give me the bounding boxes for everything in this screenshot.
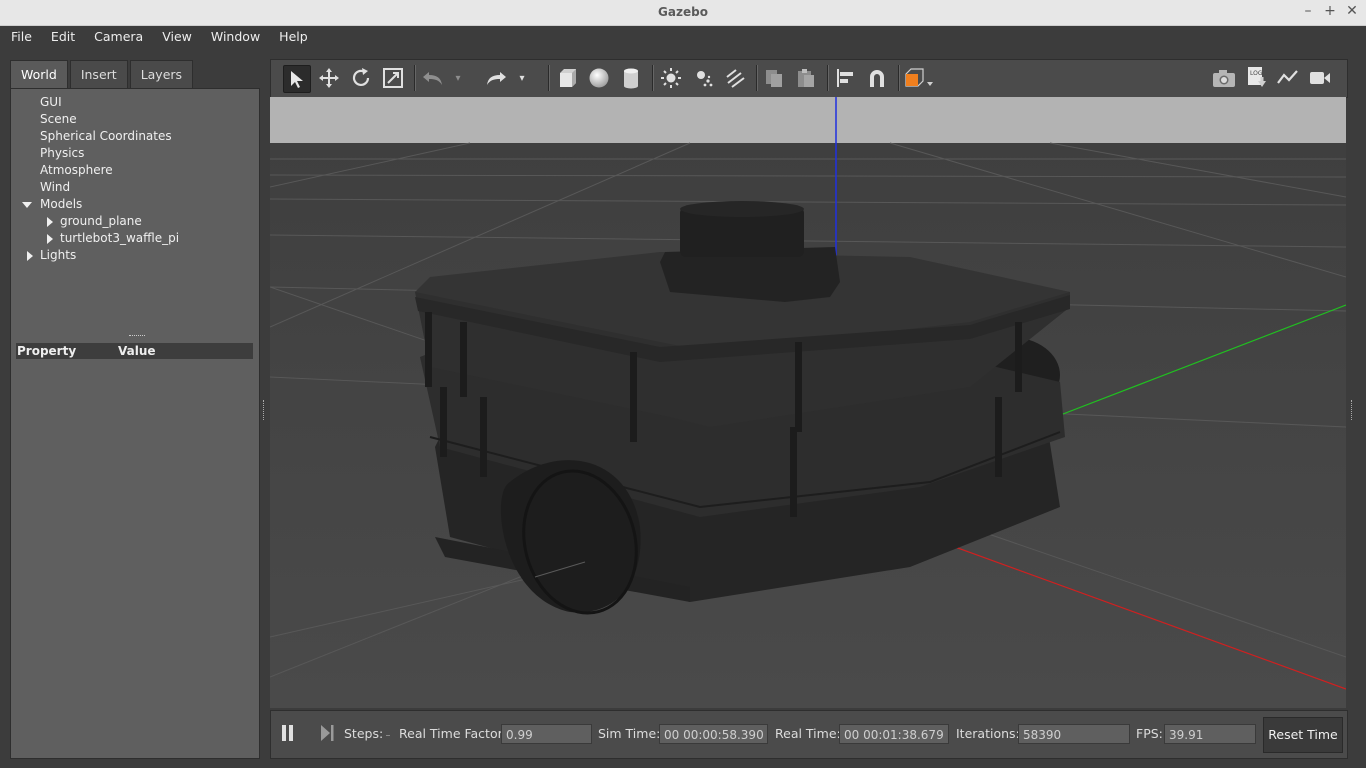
undo-dropdown-icon[interactable]: ▾ — [451, 65, 465, 91]
view-angle-icon[interactable] — [903, 65, 935, 91]
redo-dropdown-icon[interactable]: ▾ — [515, 65, 529, 91]
sphere-icon[interactable] — [586, 65, 612, 91]
reset-time-button[interactable]: Reset Time — [1263, 717, 1343, 753]
right-splitter-handle[interactable] — [1351, 400, 1355, 420]
pause-icon[interactable] — [281, 723, 295, 745]
sim-time-label: Sim Time: — [598, 726, 661, 741]
tree-item-label: turtlebot3_waffle_pi — [60, 231, 180, 245]
menu-window[interactable]: Window — [200, 26, 268, 48]
sim-time-field: 00 00:00:58.390 — [659, 724, 768, 744]
column-header-value: Value — [118, 344, 156, 358]
paste-icon[interactable] — [793, 65, 819, 91]
tree-item-gui[interactable]: GUI — [17, 94, 257, 111]
window-title: Gazebo — [658, 5, 708, 19]
tree-item-spherical-coordinates[interactable]: Spherical Coordinates — [17, 128, 257, 145]
fps-label: FPS: — [1136, 726, 1163, 741]
menu-help[interactable]: Help — [268, 26, 316, 48]
property-table-header: Property Value — [16, 343, 253, 359]
main-toolbar: ▾ ▾ LOG — [270, 59, 1348, 98]
tree-item-label: Models — [40, 197, 83, 211]
collapsed-arrow-icon[interactable] — [27, 251, 33, 261]
log-icon[interactable]: LOG — [1243, 65, 1269, 91]
tab-world[interactable]: World — [10, 60, 68, 88]
expanded-arrow-icon[interactable] — [22, 202, 32, 208]
snap-icon[interactable] — [864, 65, 890, 91]
tree-item-atmosphere[interactable]: Atmosphere — [17, 162, 257, 179]
screenshot-icon[interactable] — [1211, 65, 1237, 91]
undo-icon[interactable] — [420, 65, 446, 91]
tab-insert[interactable]: Insert — [69, 60, 128, 88]
steps-label: Steps: — [344, 726, 384, 741]
point-light-icon[interactable] — [658, 65, 684, 91]
real-time-label: Real Time: — [775, 726, 841, 741]
menu-view[interactable]: View — [151, 26, 200, 48]
iterations-field: 58390 — [1018, 724, 1130, 744]
tree-item-ground-plane[interactable]: ground_plane — [17, 213, 257, 230]
3d-viewport[interactable] — [270, 97, 1346, 708]
tree-item-lights[interactable]: Lights — [17, 247, 257, 264]
directional-light-icon[interactable] — [722, 65, 748, 91]
tree-item-scene[interactable]: Scene — [17, 111, 257, 128]
tree-item-models[interactable]: Models — [17, 196, 257, 213]
menu-camera[interactable]: Camera — [83, 26, 151, 48]
menu-bar: File Edit Camera View Window Help — [0, 26, 1366, 48]
real-time-factor-label: Real Time Factor: — [399, 726, 507, 741]
step-forward-icon[interactable] — [319, 723, 335, 745]
iterations-label: Iterations: — [956, 726, 1020, 741]
real-time-factor-field: 0.99 — [501, 724, 592, 744]
left-panel: World Insert Layers GUI Scene Spherical … — [10, 60, 260, 759]
menu-file[interactable]: File — [0, 26, 40, 48]
sky — [270, 97, 1346, 143]
close-icon[interactable]: ✕ — [1346, 3, 1358, 19]
svg-text:LOG: LOG — [1250, 70, 1263, 77]
collapsed-arrow-icon[interactable] — [47, 234, 53, 244]
align-icon[interactable] — [832, 65, 858, 91]
world-tree: GUI Scene Spherical Coordinates Physics … — [17, 94, 257, 264]
copy-icon[interactable] — [761, 65, 787, 91]
maximize-icon[interactable]: + — [1324, 3, 1336, 19]
spot-light-icon[interactable] — [690, 65, 716, 91]
tree-item-label: ground_plane — [60, 214, 142, 228]
plot-icon[interactable] — [1275, 65, 1301, 91]
collapsed-arrow-icon[interactable] — [47, 217, 53, 227]
world-panel: GUI Scene Spherical Coordinates Physics … — [10, 88, 260, 759]
menu-edit[interactable]: Edit — [40, 26, 83, 48]
rotate-icon[interactable] — [348, 65, 374, 91]
tree-item-wind[interactable]: Wind — [17, 179, 257, 196]
video-record-icon[interactable] — [1307, 65, 1333, 91]
minimize-icon[interactable]: – — [1302, 3, 1314, 19]
panel-splitter-handle[interactable] — [129, 335, 145, 338]
fps-field: 39.91 — [1164, 724, 1256, 744]
real-time-field: 00 00:01:38.679 — [839, 724, 949, 744]
steps-spinbox[interactable] — [386, 725, 390, 741]
box-icon[interactable] — [554, 65, 580, 91]
status-bar: Steps: Real Time Factor: 0.99 Sim Time: … — [270, 710, 1348, 759]
title-bar: Gazebo – + ✕ — [0, 0, 1366, 26]
tree-item-label: Lights — [40, 248, 77, 262]
left-splitter-handle[interactable] — [263, 400, 267, 420]
translate-icon[interactable] — [316, 65, 342, 91]
tree-item-turtlebot3[interactable]: turtlebot3_waffle_pi — [17, 230, 257, 247]
scale-icon[interactable] — [380, 65, 406, 91]
select-arrow-icon[interactable] — [283, 65, 311, 93]
scene-render[interactable] — [270, 97, 1346, 708]
tab-layers[interactable]: Layers — [129, 60, 194, 88]
redo-icon[interactable] — [483, 65, 509, 91]
cylinder-icon[interactable] — [618, 65, 644, 91]
tree-item-physics[interactable]: Physics — [17, 145, 257, 162]
column-header-property: Property — [17, 344, 77, 358]
